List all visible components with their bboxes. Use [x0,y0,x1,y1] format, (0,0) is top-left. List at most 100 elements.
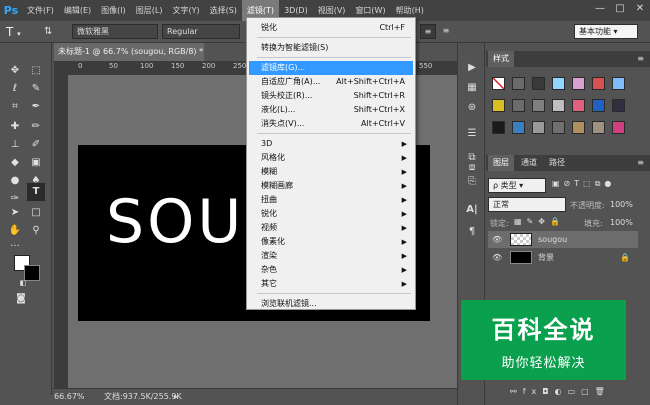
filter-menu-item[interactable]: 3D ▶ [249,137,413,151]
history-panel-icon[interactable]: ▶ [465,61,479,75]
actions-panel-icon[interactable]: ⊛ [465,101,479,115]
filter-menu-item[interactable]: 渲染 ▶ [249,249,413,263]
menu-item[interactable]: 文件(F) [22,0,59,21]
document-tab[interactable]: 未标题-1 @ 66.7% (sougou, RGB/8) * × [54,43,204,61]
filter-menu-item[interactable]: 其它 ▶ [249,277,413,291]
eyedropper-tool-icon[interactable]: ✒ [27,99,45,115]
tab-styles[interactable]: 样式 [488,51,514,67]
layers-panel-menu-icon[interactable]: ≡ [637,155,644,171]
tab-paths[interactable]: 路径 [544,155,570,171]
healing-tool-icon[interactable]: ✚ [6,119,24,135]
filter-menu-item[interactable]: 滤镜库(G)... [249,61,413,75]
blend-mode-select[interactable]: 正常 [488,197,566,212]
filter-menu-item[interactable]: 消失点(V)... Alt+Ctrl+V [249,117,413,131]
blur-tool-icon[interactable]: ● [6,173,24,189]
paragraph-panel-icon[interactable]: ¶ [465,225,479,239]
menu-item[interactable]: 选择(S) [205,0,242,21]
tab-layers[interactable]: 图层 [488,155,514,171]
fill-value[interactable]: 100% [610,218,633,227]
type-tool-icon[interactable]: T [27,183,45,201]
filter-menu-item[interactable]: 锐化 ▶ [249,207,413,221]
style-swatch[interactable] [572,121,585,134]
visibility-eye-icon[interactable]: 👁 [492,249,502,266]
quick-select-tool-icon[interactable]: ✎ [27,81,45,97]
lasso-tool-icon[interactable]: ℓ [6,81,24,97]
style-swatch[interactable] [512,121,525,134]
menu-item[interactable]: 图层(L) [131,0,168,21]
style-swatch[interactable] [552,77,565,90]
quick-mask-icon[interactable]: ◙ [12,291,30,307]
menu-item[interactable]: 编辑(E) [59,0,96,21]
close-button[interactable]: ✕ [630,0,650,18]
style-swatch[interactable] [492,121,505,134]
filter-menu-item[interactable]: 锐化 Ctrl+F [249,21,413,35]
opacity-value[interactable]: 100% [610,200,633,209]
style-swatch[interactable] [512,77,525,90]
style-swatch[interactable] [512,99,525,112]
brush-panel-icon[interactable]: ▦ [465,81,479,95]
layer-row-background[interactable]: 👁 背景 🔒 [488,249,638,266]
font-style-select[interactable]: Regular [162,24,240,39]
move-tool-icon[interactable]: ✥ [6,63,24,79]
gradient-tool-icon[interactable]: ▣ [27,155,45,171]
maximize-button[interactable]: □ [610,0,630,18]
edit-toolbar-icon[interactable]: ··· [6,239,24,255]
style-swatch[interactable] [572,99,585,112]
style-swatch[interactable] [532,77,545,90]
stamp-tool-icon[interactable]: ⊥ [6,137,24,153]
style-swatch[interactable] [592,77,605,90]
filter-menu-item[interactable]: 镜头校正(R)... Shift+Ctrl+R [249,89,413,103]
brush-tool-icon[interactable]: ✏ [27,119,45,135]
filter-menu-item[interactable]: 自适应广角(A)... Alt+Shift+Ctrl+A [249,75,413,89]
hand-tool-icon[interactable]: ✋ [6,223,24,239]
filter-menu-item[interactable]: 视频 ▶ [249,221,413,235]
filter-menu-item[interactable]: 浏览联机滤镜... [249,297,413,311]
tab-channels[interactable]: 通道 [516,155,542,171]
workspace-select[interactable]: 基本功能 ▾ [574,24,638,39]
style-swatch[interactable] [552,121,565,134]
layers-footer-icons[interactable]: ⚯fx◘◐▭▢🗑 [510,387,640,401]
align-right-icon[interactable]: ≡ [438,24,454,39]
crop-tool-icon[interactable]: ⌗ [6,99,24,115]
layer-filter-select[interactable]: ρ 类型 ▾ [488,178,546,193]
tool-presets-panel-icon[interactable]: ⎘ [465,175,479,189]
style-swatch[interactable] [612,121,625,134]
path-select-tool-icon[interactable]: ➤ [6,205,24,221]
menu-item[interactable]: 图像(I) [96,0,131,21]
filter-menu-item[interactable]: 模糊 ▶ [249,165,413,179]
visibility-eye-icon[interactable]: 👁 [492,231,502,248]
character-panel-icon[interactable]: A| [465,203,479,217]
align-center-icon[interactable]: ≡ [420,24,436,39]
filter-menu-item[interactable]: 模糊画廊 ▶ [249,179,413,193]
filter-menu-item[interactable]: 像素化 ▶ [249,235,413,249]
style-swatch[interactable] [532,99,545,112]
filter-menu-item[interactable]: 风格化 ▶ [249,151,413,165]
style-swatch[interactable] [612,99,625,112]
menu-item[interactable]: 文字(Y) [167,0,204,21]
filter-menu-item[interactable]: 液化(L)... Shift+Ctrl+X [249,103,413,117]
style-swatch[interactable] [492,99,505,112]
type-tool-preset[interactable]: T ▾ [6,24,36,40]
style-swatch[interactable] [492,77,505,90]
status-menu-arrow-icon[interactable]: ▸ [174,389,178,405]
style-swatch[interactable] [532,121,545,134]
filter-menu-item[interactable]: 转换为智能滤镜(S) [249,41,413,55]
filter-menu-item[interactable]: 扭曲 ▶ [249,193,413,207]
history-brush-tool-icon[interactable]: ✐ [27,137,45,153]
style-swatch[interactable] [612,77,625,90]
lock-icons[interactable]: ▦✎✥🔒 [514,217,565,226]
style-swatch[interactable] [592,99,605,112]
eraser-tool-icon[interactable]: ◆ [6,155,24,171]
orientation-toggle-icon[interactable]: ⇅ [44,26,58,38]
filter-menu-item[interactable]: 杂色 ▶ [249,263,413,277]
reset-colors-icon[interactable]: ◧ [14,275,32,291]
zoom-level[interactable]: 66.67% [54,389,85,405]
zoom-tool-icon[interactable]: ⚲ [27,223,45,239]
font-family-select[interactable]: 微软雅黑 [72,24,158,39]
panel-menu-icon[interactable]: ≡ [637,51,644,67]
marquee-tool-icon[interactable]: ⬚ [27,63,45,79]
style-swatch[interactable] [572,77,585,90]
properties-panel-icon[interactable]: ☰ [465,127,479,141]
minimize-button[interactable]: — [590,0,610,18]
layer-row-sougou[interactable]: 👁 sougou [488,231,638,248]
